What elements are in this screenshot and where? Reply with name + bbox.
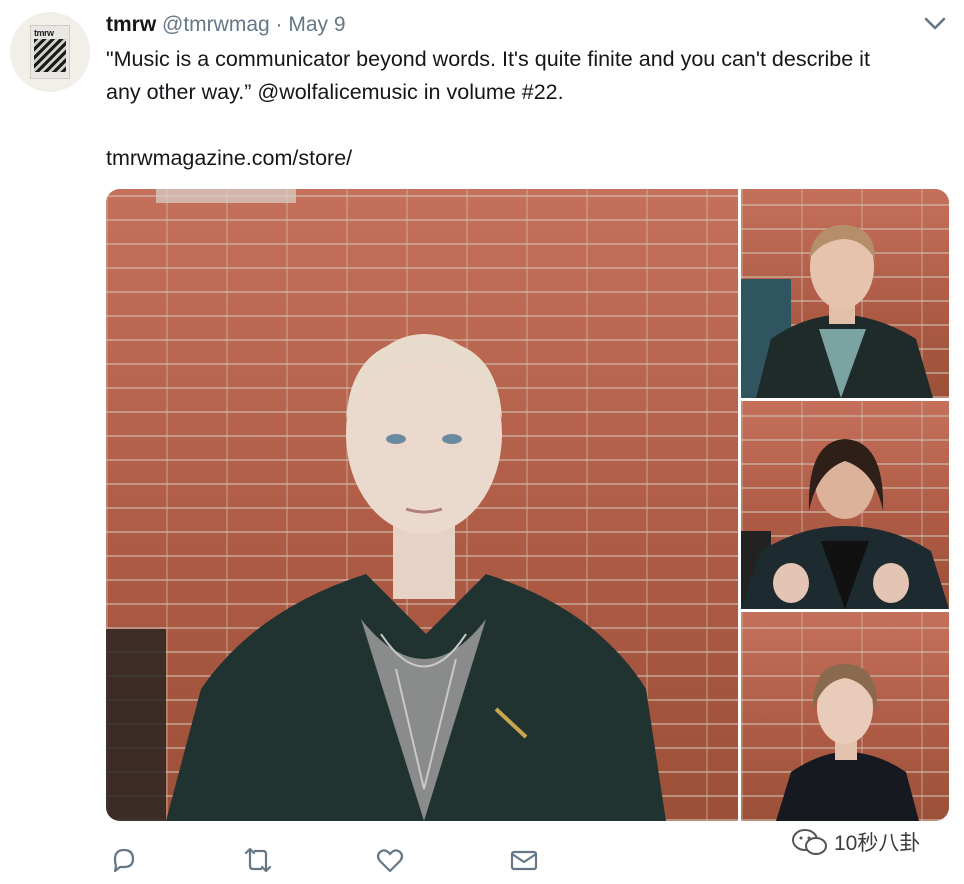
heart-icon[interactable] <box>372 842 408 878</box>
reply-icon[interactable] <box>106 842 142 878</box>
main-portrait-photo[interactable] <box>106 189 738 821</box>
magazine-cover-image: tmrw <box>30 25 70 79</box>
store-link[interactable]: tmrwmagazine.com/store/ <box>106 142 352 175</box>
user-handle[interactable]: @tmrwmag <box>162 13 270 36</box>
display-name[interactable]: tmrw <box>106 13 156 36</box>
tweet-text-line-2: any other way.” @wolfalicemusic in volum… <box>106 80 564 104</box>
tweet-text-line-1: "Music is a communicator beyond words. I… <box>106 47 870 71</box>
portrait-photo-4[interactable] <box>741 612 949 821</box>
tweet-date[interactable]: May 9 <box>288 13 345 36</box>
separator-dot: · <box>275 13 283 36</box>
portrait-photo-3[interactable] <box>741 401 949 609</box>
watermark-text: 10秒八卦 <box>834 832 921 855</box>
avatar[interactable]: tmrw <box>10 12 90 92</box>
retweet-icon[interactable] <box>240 842 276 878</box>
watermark: 10秒八卦 <box>790 824 920 860</box>
portrait-photo-2[interactable] <box>741 189 949 398</box>
envelope-icon[interactable] <box>506 842 542 878</box>
cover-title: tmrw <box>34 28 54 38</box>
media-grid <box>106 189 949 821</box>
wechat-icon <box>792 829 827 855</box>
tweet-text: "Music is a communicator beyond words. I… <box>106 43 954 109</box>
mention-link[interactable]: @wolfalicemusic <box>257 80 417 104</box>
chevron-down-icon[interactable] <box>922 14 948 34</box>
tweet-header: tmrw @tmrwmag · May 9 <box>106 10 346 40</box>
tweet-actions <box>106 842 566 878</box>
